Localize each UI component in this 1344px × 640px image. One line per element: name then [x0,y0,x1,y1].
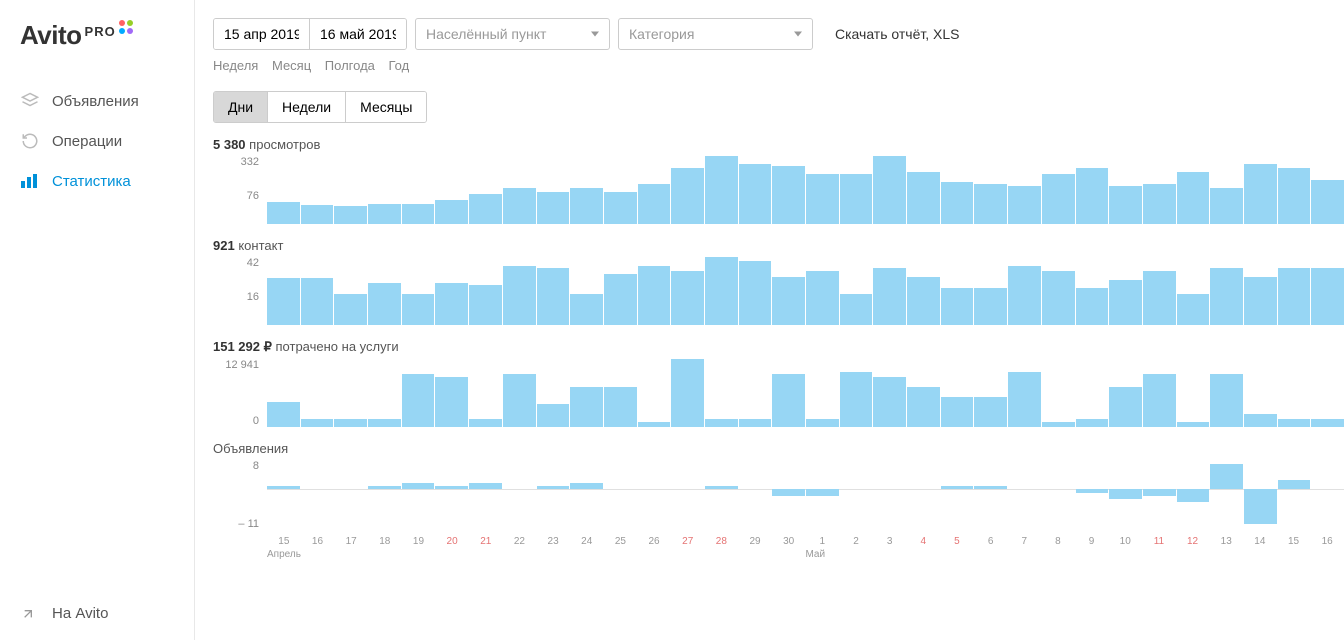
section-ads: Объявления 8– 11 [213,441,1344,530]
granularity-segment: Дни Недели Месяцы [213,91,427,123]
quick-ranges: Неделя Месяц Полгода Год [213,58,1344,73]
date-from-input[interactable] [214,19,310,49]
section-spent: 151 292 ₽ потрачено на услуги 12 9410 [213,339,1344,427]
sidebar-label: Объявления [52,93,139,110]
section-views: 5 380 просмотров 33276 [213,137,1344,224]
gran-weeks[interactable]: Недели [268,92,346,122]
logo-main: Avito [20,20,82,51]
bars-icon [20,171,40,191]
chart-views [267,156,1344,224]
location-select[interactable]: Населённый пункт [415,18,610,50]
chart-ads [267,460,1344,530]
back-to-avito[interactable]: На Avito [0,587,194,640]
logo-suffix: PRO [85,24,116,39]
sidebar-label: Статистика [52,173,131,190]
category-select[interactable]: Категория [618,18,813,50]
sidebar-item-operations[interactable]: Операции [0,121,194,161]
views-total: 5 380 [213,137,246,152]
download-xls-link[interactable]: Скачать отчёт, XLS [835,26,959,42]
date-to-input[interactable] [310,19,406,49]
section-contacts: 921 контакт 4216 [213,238,1344,325]
sidebar-label: Операции [52,133,122,150]
sidebar-item-statistics[interactable]: Статистика [0,161,194,201]
range-halfyear[interactable]: Полгода [325,58,375,73]
spent-total: 151 292 ₽ [213,339,272,354]
contacts-label: контакт [238,238,283,253]
external-icon [20,606,40,622]
gran-months[interactable]: Месяцы [346,92,426,122]
history-icon [20,131,40,151]
sidebar-item-listings[interactable]: Объявления [0,81,194,121]
logo[interactable]: Avito PRO [0,10,194,71]
range-week[interactable]: Неделя [213,58,258,73]
date-range [213,18,407,50]
contacts-total: 921 [213,238,235,253]
layers-icon [20,91,40,111]
gran-days[interactable]: Дни [214,92,268,122]
chart-spent [267,359,1344,427]
x-axis-months: Апрель Май [267,549,1344,560]
ads-label: Объявления [213,441,288,456]
spent-label: потрачено на услуги [276,339,399,354]
range-year[interactable]: Год [389,58,410,73]
back-label: На Avito [52,605,108,622]
logo-dots-icon [119,20,133,34]
x-axis-days: 1516171819202122232425262728293012345678… [267,536,1344,547]
range-month[interactable]: Месяц [272,58,311,73]
views-label: просмотров [249,137,320,152]
chart-contacts [267,257,1344,325]
